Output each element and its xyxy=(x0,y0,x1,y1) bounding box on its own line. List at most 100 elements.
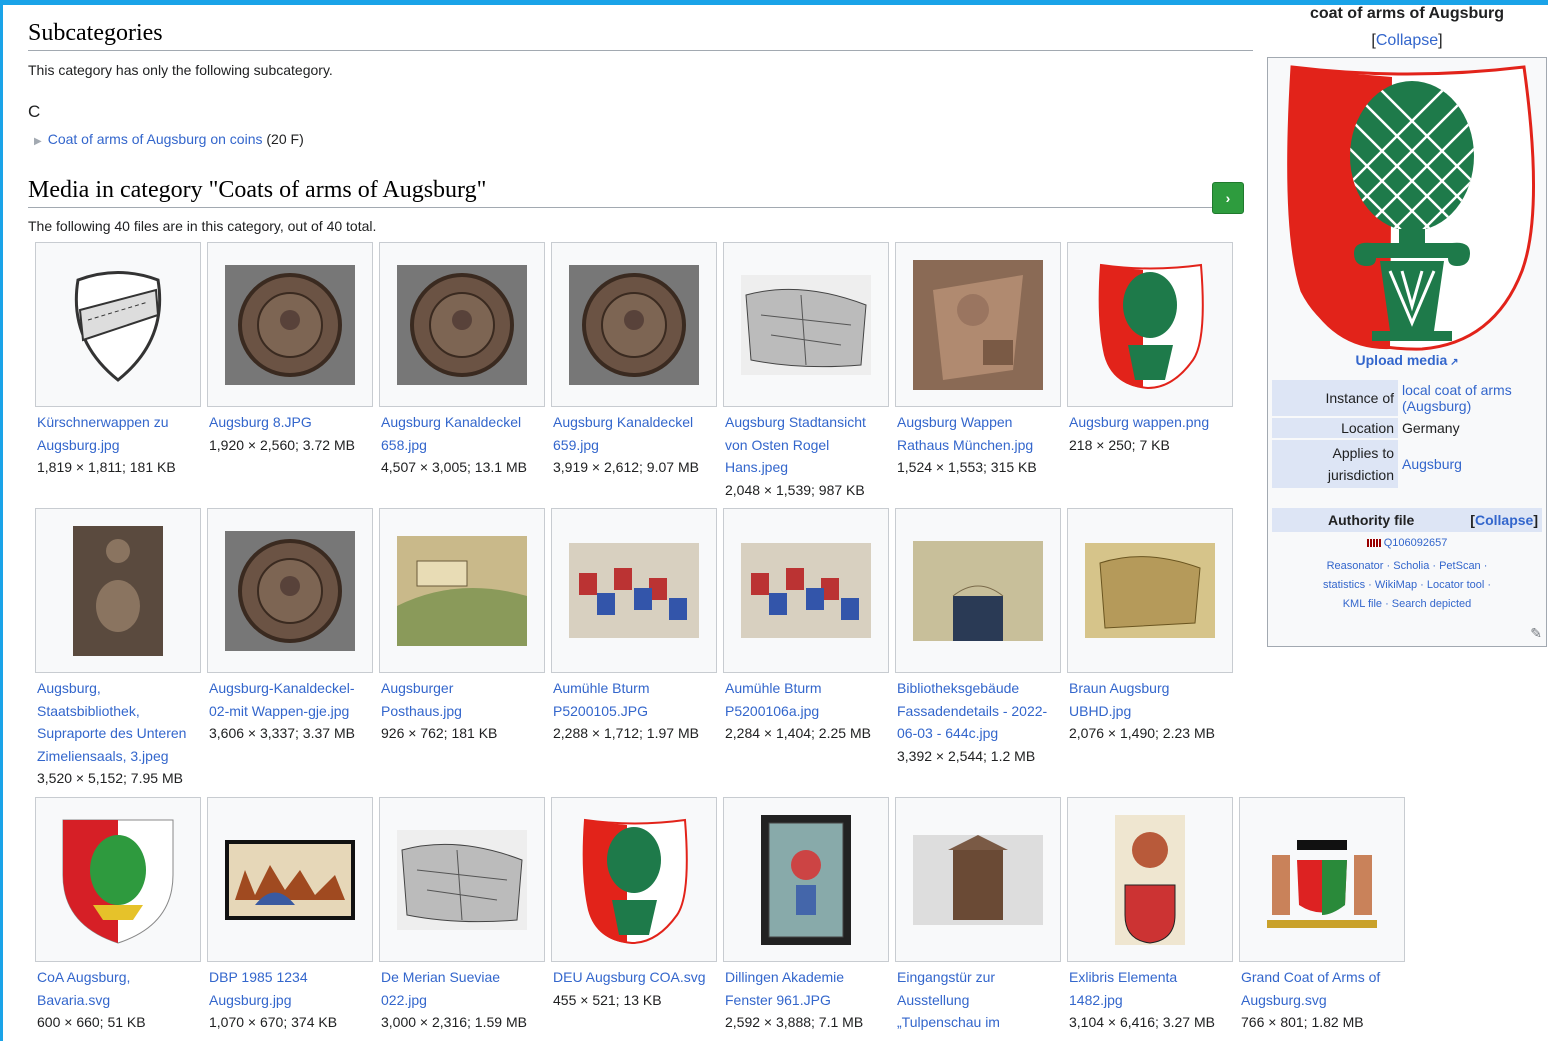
gallery-item: Augsburg wappen.png 218 × 250; 7 KB xyxy=(1067,242,1233,456)
authority-collapse-link[interactable]: Collapse xyxy=(1475,512,1533,528)
media-intro: The following 40 files are in this categ… xyxy=(28,218,377,234)
shield-pinecone-thumbnail[interactable] xyxy=(35,797,201,962)
file-name-link[interactable]: Augsburg Kanaldeckel xyxy=(553,411,715,434)
infobox-value[interactable]: Germany xyxy=(1398,418,1542,438)
city-map-thumbnail[interactable] xyxy=(723,242,889,407)
file-name-link[interactable]: Zimeliensaals, 3.jpeg xyxy=(37,745,199,768)
file-meta: 600 × 660; 51 KB xyxy=(37,1014,146,1030)
building-facade-thumbnail[interactable] xyxy=(895,508,1061,673)
file-name-link[interactable]: Fenster 961.JPG xyxy=(725,989,887,1012)
file-name-link[interactable]: Supraporte des Unteren xyxy=(37,722,199,745)
file-name-link[interactable]: Braun Augsburg xyxy=(1069,677,1231,700)
file-name-link[interactable]: UBHD.jpg xyxy=(1069,700,1231,723)
file-name-link[interactable]: De Merian Sueviae xyxy=(381,966,543,989)
file-name-link[interactable]: Augsburg.svg xyxy=(1241,989,1403,1012)
subcategories-intro: This category has only the following sub… xyxy=(28,62,333,78)
file-name-link[interactable]: 658.jpg xyxy=(381,434,543,457)
gallery-caption: Dillingen Akademie Fenster 961.JPG 2,592 ×… xyxy=(723,962,889,1034)
infobox-collapse-link[interactable]: Collapse xyxy=(1376,32,1438,49)
file-name-link[interactable]: P5200105.JPG xyxy=(553,700,715,723)
manhole-cover-thumbnail[interactable] xyxy=(207,508,373,673)
file-name-link[interactable]: Augsburg 8.JPG xyxy=(209,411,371,434)
file-name-link[interactable]: Augsburg.jpg xyxy=(37,434,199,457)
file-name-link[interactable]: Bibliotheksgebäude xyxy=(897,677,1059,700)
painted-shields-thumbnail[interactable] xyxy=(723,508,889,673)
file-name-link[interactable]: Bavaria.svg xyxy=(37,989,199,1012)
file-name-link[interactable]: Kürschnerwappen zu xyxy=(37,411,199,434)
authority-links-line2[interactable]: statistics · WikiMap · Locator tool · xyxy=(1268,576,1546,595)
shield-sketch-thumbnail[interactable] xyxy=(35,242,201,407)
file-name-link[interactable]: Grand Coat of Arms of xyxy=(1241,966,1403,989)
grand-coat-of-arms-thumbnail[interactable] xyxy=(1239,797,1405,962)
upload-media-link[interactable]: Upload media xyxy=(1356,352,1448,368)
edit-pencil-icon[interactable]: ✎ xyxy=(1530,625,1542,642)
coat-of-arms-thumbnail[interactable] xyxy=(551,797,717,962)
city-map-thumbnail[interactable] xyxy=(379,797,545,962)
authority-links-line1[interactable]: Reasonator · Scholia · PetScan · xyxy=(1268,557,1546,576)
coat-of-arms-image[interactable] xyxy=(1272,61,1542,356)
gallery-item: CoA Augsburg, Bavaria.svg 600 × 660; 51 KB xyxy=(35,797,201,1034)
file-name-link[interactable]: Staatsbibliothek, xyxy=(37,700,199,723)
file-name-link[interactable]: Exlibris Elementa xyxy=(1069,966,1231,989)
file-name-link[interactable]: Augsburg.jpg xyxy=(209,989,371,1012)
manhole-cover-thumbnail[interactable] xyxy=(207,242,373,407)
expand-triangle-icon[interactable]: ▶ xyxy=(34,136,42,147)
coat-of-arms-thumbnail[interactable] xyxy=(1067,242,1233,407)
subcategory-link[interactable]: Coat of arms of Augsburg on coins xyxy=(48,131,263,147)
stone-relief-thumbnail[interactable] xyxy=(895,242,1061,407)
bronze-relief-thumbnail[interactable] xyxy=(35,508,201,673)
heraldic-drawing-thumbnail[interactable] xyxy=(1067,797,1233,962)
wikidata-link[interactable]: Q106092657 xyxy=(1384,537,1448,549)
file-name-link[interactable]: Hans.jpeg xyxy=(725,456,887,479)
barcode-icon xyxy=(1366,539,1381,548)
file-name-link[interactable]: Dillingen Akademie xyxy=(725,966,887,989)
infobox-title: coat of arms of Augsburg xyxy=(1309,5,1505,22)
file-name-link[interactable]: 659.jpg xyxy=(553,434,715,457)
manhole-cover-thumbnail[interactable] xyxy=(379,242,545,407)
file-name-link[interactable]: Aumühle Bturm xyxy=(725,677,887,700)
infobox-row-jurisdiction: Applies to jurisdiction Augsburg xyxy=(1272,440,1542,488)
file-meta: 3,392 × 2,544; 1.2 MB xyxy=(897,747,1036,764)
file-name-link[interactable]: Ausstellung xyxy=(897,989,1059,1012)
file-name-link[interactable]: 02-mit Wappen-gje.jpg xyxy=(209,700,371,723)
file-name-link[interactable]: Posthaus.jpg xyxy=(381,700,543,723)
file-name-link[interactable]: Fassadendetails - 2022- xyxy=(897,700,1059,723)
old-map-thumbnail[interactable] xyxy=(1067,508,1233,673)
gallery-item: Augsburg Stadtansicht von Osten Rogel Hans… xyxy=(723,242,889,501)
gallery-caption: Augsburg wappen.png 218 × 250; 7 KB xyxy=(1067,407,1233,456)
file-name-link[interactable]: CoA Augsburg, xyxy=(37,966,199,989)
file-name-link[interactable]: Eingangstür zur xyxy=(897,966,1059,989)
stained-glass-thumbnail[interactable] xyxy=(723,797,889,962)
file-name-link[interactable]: DBP 1985 1234 xyxy=(209,966,371,989)
manhole-cover-thumbnail[interactable] xyxy=(551,242,717,407)
file-name-link[interactable]: Augsburg Wappen xyxy=(897,411,1059,434)
file-name-link[interactable]: Augsburg, xyxy=(37,677,199,700)
file-name-link[interactable]: Aumühle Bturm xyxy=(553,677,715,700)
file-name-link[interactable]: Augsburg-Kanaldeckel- xyxy=(209,677,371,700)
infobox-value[interactable]: Augsburg xyxy=(1398,440,1542,488)
next-page-button[interactable]: › xyxy=(1212,182,1244,214)
file-name-link[interactable]: von Osten Rogel xyxy=(725,434,887,457)
infobox-key: Instance of xyxy=(1272,380,1398,416)
file-name-link[interactable]: DEU Augsburg COA.svg xyxy=(553,966,715,989)
file-name-link[interactable]: Augsburg wappen.png xyxy=(1069,411,1231,434)
file-name-link[interactable]: 1482.jpg xyxy=(1069,989,1231,1012)
file-name-link[interactable]: 06-03 - 644c.jpg xyxy=(897,722,1059,745)
file-name-link[interactable]: 022.jpg xyxy=(381,989,543,1012)
file-name-link[interactable]: Rathaus München.jpg xyxy=(897,434,1059,457)
file-meta: 1,819 × 1,811; 181 KB xyxy=(37,459,176,475)
file-name-link[interactable]: Augsburg Stadtansicht xyxy=(725,411,887,434)
file-name-link[interactable]: „Tulpenschau im xyxy=(897,1011,1059,1034)
doorway-thumbnail[interactable] xyxy=(895,797,1061,962)
file-meta: 455 × 521; 13 KB xyxy=(553,991,662,1008)
file-name-link[interactable]: Augsburger xyxy=(381,677,543,700)
gallery-item: Augsburg Kanaldeckel 658.jpg 4,507 × 3,005… xyxy=(379,242,545,479)
postage-stamp-thumbnail[interactable] xyxy=(207,797,373,962)
instance-link[interactable]: local coat of arms xyxy=(1402,382,1512,398)
file-name-link[interactable]: P5200106a.jpg xyxy=(725,700,887,723)
gallery-caption: Augsburg Kanaldeckel 658.jpg 4,507 × 3,005… xyxy=(379,407,545,479)
landscape-painting-thumbnail[interactable] xyxy=(379,508,545,673)
file-name-link[interactable]: Augsburg Kanaldeckel xyxy=(381,411,543,434)
authority-links-line3[interactable]: KML file · Search depicted xyxy=(1268,595,1546,614)
painted-shields-thumbnail[interactable] xyxy=(551,508,717,673)
